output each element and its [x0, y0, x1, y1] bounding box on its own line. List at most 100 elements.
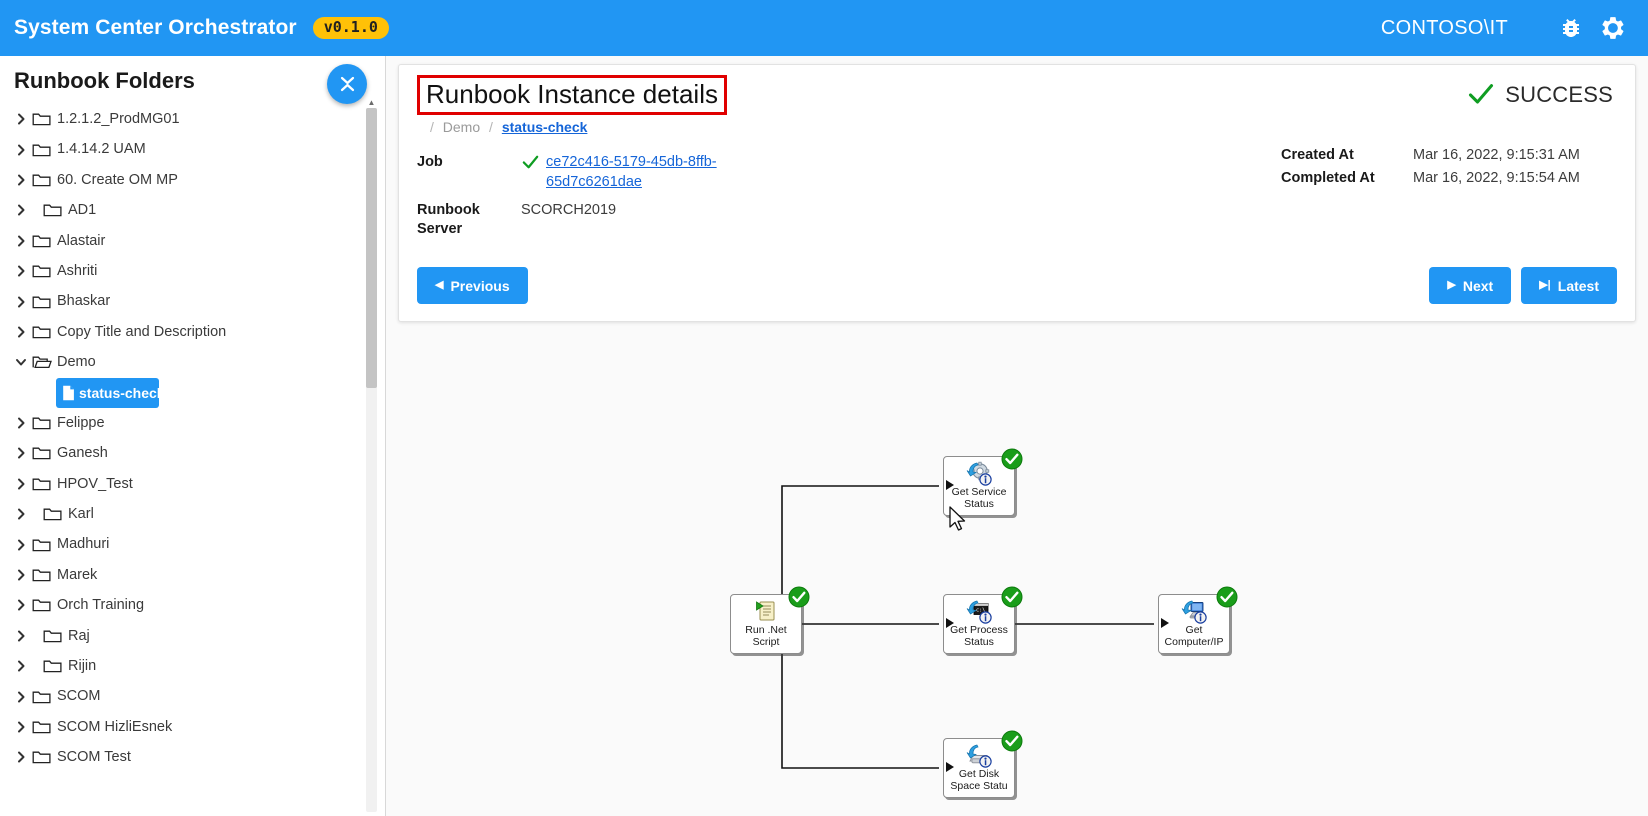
instance-navigation-buttons: ◀ Previous ▶ Next ▶| Latest [411, 267, 1623, 304]
sidebar-folder-ashriti[interactable]: Ashriti [0, 256, 385, 286]
sidebar-folder-orch-training[interactable]: Orch Training [0, 590, 385, 620]
chevron-right-icon[interactable] [10, 295, 32, 309]
sidebar-scroll-down-arrow[interactable]: ▼ [366, 812, 377, 816]
node-success-check-icon [1001, 586, 1023, 608]
service-status-icon [966, 460, 992, 486]
job-label: Job [417, 154, 443, 170]
diagram-node-run-net-script[interactable]: Run .Net Script [730, 586, 810, 654]
chevron-right-icon[interactable] [10, 750, 32, 764]
version-badge: v0.1.0 [312, 17, 389, 39]
chevron-right-icon[interactable] [10, 629, 32, 643]
chevron-right-icon[interactable] [10, 477, 32, 491]
diagram-node-label: Get Process Status [944, 625, 1014, 649]
chevron-down-icon[interactable] [10, 355, 32, 369]
folder-icon [32, 263, 52, 279]
sidebar-folder-1-4-14-2-uam[interactable]: 1.4.14.2 UAM [0, 134, 385, 164]
chevron-right-icon[interactable] [10, 507, 32, 521]
runbook-instance-detail-card: Runbook Instance details / Demo / status… [398, 64, 1636, 322]
folder-icon [32, 719, 52, 735]
sidebar-folder-hpov-test[interactable]: HPOV_Test [0, 469, 385, 499]
diagram-node-label: Get Computer/IP [1159, 625, 1229, 649]
sidebar-folder-ad1[interactable]: AD1 [0, 195, 385, 225]
runbook-file-icon [62, 385, 75, 401]
diagram-node-get-disk-space-status[interactable]: Get Disk Space Statu [943, 730, 1023, 798]
sidebar-folder-label: Rijin [68, 657, 97, 674]
diagram-node-label-line: Get Disk [958, 769, 1000, 780]
folder-icon [32, 749, 52, 765]
chevron-right-icon[interactable] [10, 416, 32, 430]
sidebar-folder-1-2-1-2-prodmg01[interactable]: 1.2.1.2_ProdMG01 [0, 104, 385, 134]
chevron-right-icon[interactable] [10, 325, 32, 339]
sidebar-folder-label: Madhuri [57, 536, 110, 553]
job-id-link[interactable]: ce72c416-5179-45db-8ffb-65d7c6261dae [546, 153, 718, 192]
sidebar-folder-marek[interactable]: Marek [0, 560, 385, 590]
chevron-right-icon[interactable] [10, 173, 32, 187]
sidebar-folder-label: Ganesh [57, 445, 108, 462]
latest-button[interactable]: ▶| Latest [1521, 267, 1617, 304]
diagram-node-label-line: Space Statu [950, 779, 1008, 792]
folder-icon [32, 689, 52, 705]
sidebar-folder-felippe[interactable]: Felippe [0, 408, 385, 438]
chevron-right-icon[interactable] [10, 538, 32, 552]
sidebar-folder-copy-title-and-description[interactable]: Copy Title and Description [0, 317, 385, 347]
sidebar-folder-label: Demo [57, 354, 96, 371]
process-status-icon: c:\ [966, 598, 992, 624]
folder-icon [32, 324, 52, 340]
diagram-node-label-line: Script [752, 635, 780, 648]
chevron-right-icon[interactable] [10, 203, 32, 217]
node-input-arrow-icon [946, 480, 954, 490]
node-success-check-icon [1001, 448, 1023, 470]
sidebar-runbook-status-check[interactable]: status-check [56, 377, 165, 408]
sidebar-folder-madhuri[interactable]: Madhuri [0, 529, 385, 559]
sidebar-folder-scom[interactable]: SCOM [0, 681, 385, 711]
diagram-node-get-computer-ip[interactable]: Get Computer/IP [1158, 586, 1238, 654]
sidebar-folder-label: Alastair [57, 232, 106, 249]
sidebar-scroll-up-arrow[interactable]: ▲ [366, 96, 377, 108]
skip-to-end-icon: ▶| [1539, 279, 1551, 291]
chevron-right-icon[interactable] [10, 720, 32, 734]
completed-at-value: Mar 16, 2022, 9:15:54 AM [1413, 170, 1580, 186]
breadcrumb-separator: / [489, 118, 493, 135]
page-title: Runbook Instance details [417, 75, 727, 115]
app-title: System Center Orchestrator [14, 16, 297, 39]
chevron-right-icon[interactable] [10, 264, 32, 278]
collapse-expand-all-button[interactable] [327, 64, 367, 104]
chevron-right-icon[interactable] [10, 446, 32, 460]
breadcrumb-folder[interactable]: Demo [443, 119, 480, 135]
gear-icon[interactable] [1600, 15, 1626, 41]
breadcrumb-runbook-link[interactable]: status-check [502, 119, 588, 135]
chevron-right-icon[interactable] [10, 690, 32, 704]
diagram-node-get-process-status[interactable]: c:\ Get Process Status [943, 586, 1023, 654]
sidebar-folder-demo[interactable]: Demo [0, 347, 385, 377]
sidebar-folder-label: Felippe [57, 414, 105, 431]
diagram-node-label-line: Get Process [950, 625, 1008, 636]
sidebar-folder-raj[interactable]: Raj [0, 621, 385, 651]
status-badge: SUCCESS [1467, 81, 1613, 109]
chevron-right-icon[interactable] [10, 598, 32, 612]
chevron-right-icon[interactable] [10, 143, 32, 157]
chevron-right-icon[interactable] [10, 568, 32, 582]
previous-button[interactable]: ◀ Previous [417, 267, 528, 304]
chevron-right-icon[interactable] [10, 659, 32, 673]
bug-icon[interactable] [1558, 15, 1584, 41]
chevron-right-icon[interactable] [10, 234, 32, 248]
sidebar-folder-scom-hizliesnek[interactable]: SCOM HizliEsnek [0, 712, 385, 742]
sidebar-folder-label: Marek [57, 566, 98, 583]
folder-icon [32, 172, 52, 188]
sidebar-scrollbar-thumb[interactable] [366, 108, 377, 388]
sidebar-folder-60-create-om-mp[interactable]: 60. Create OM MP [0, 165, 385, 195]
sidebar-folder-label: HPOV_Test [57, 475, 133, 492]
sidebar-folder-ganesh[interactable]: Ganesh [0, 438, 385, 468]
folder-icon [32, 294, 52, 310]
sidebar-folder-scom-test[interactable]: SCOM Test [0, 742, 385, 772]
diagram-node-get-service-status[interactable]: Get Service Status [943, 448, 1023, 516]
sidebar-folder-bhaskar[interactable]: Bhaskar [0, 286, 385, 316]
next-button[interactable]: ▶ Next [1429, 267, 1512, 304]
sidebar-folder-alastair[interactable]: Alastair [0, 226, 385, 256]
chevron-right-icon[interactable] [10, 112, 32, 126]
sidebar-folder-rijin[interactable]: Rijin [0, 651, 385, 681]
sidebar-scrollbar-track[interactable] [366, 108, 377, 812]
sidebar-folder-karl[interactable]: Karl [0, 499, 385, 529]
created-at-row: Created At Mar 16, 2022, 9:15:31 AM [1281, 147, 1613, 163]
runbook-diagram-canvas[interactable]: Run .Net Script Get Service Status c:\ Get Pr… [398, 332, 1636, 808]
